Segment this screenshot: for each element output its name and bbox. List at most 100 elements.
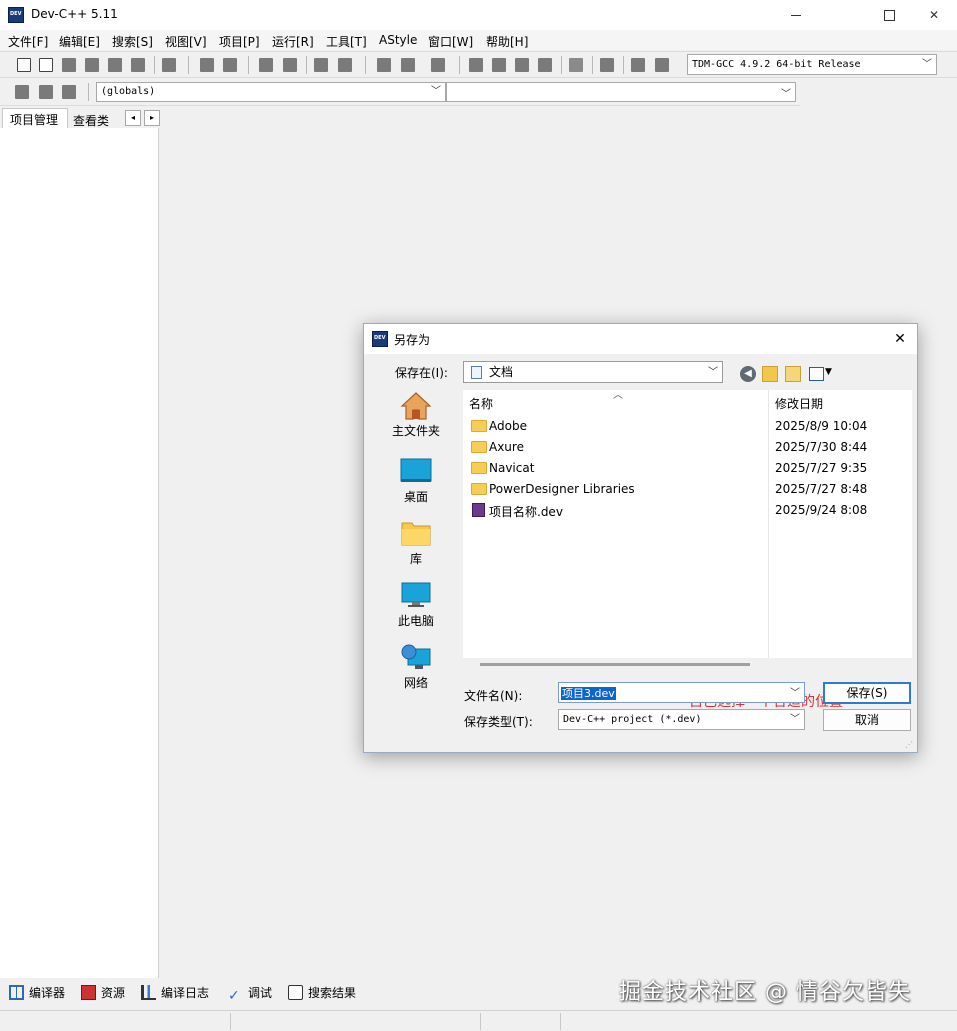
filename-value: 项目3.dev [561, 687, 616, 700]
open-file-icon[interactable] [39, 58, 53, 72]
folder-icon [471, 462, 487, 474]
menu-help[interactable]: 帮助[H] [486, 33, 528, 50]
scope-select[interactable]: (globals) ﹀ [96, 82, 446, 102]
close-file-icon[interactable] [108, 58, 122, 72]
menu-run[interactable]: 运行[R] [272, 33, 314, 50]
horizontal-scrollbar[interactable] [480, 663, 750, 666]
add-to-project-icon[interactable] [39, 85, 53, 99]
chevron-down-icon: ﹀ [922, 59, 932, 70]
chevron-down-icon[interactable]: ﹀ [790, 684, 800, 699]
file-row[interactable]: Axure 2025/7/30 8:44 [469, 438, 899, 458]
place-desktop[interactable]: 桌面 [381, 457, 451, 505]
menu-file[interactable]: 文件[F] [8, 33, 48, 50]
minimize-icon[interactable] [773, 0, 819, 30]
scope-select-value: (globals) [101, 86, 156, 97]
menu-view[interactable]: 视图[V] [165, 33, 207, 50]
unindent-icon[interactable] [401, 58, 415, 72]
tab-compile-log-label: 编译日志 [161, 986, 210, 1000]
cancel-button[interactable]: 取消 [823, 709, 911, 731]
devcpp-app-icon [372, 331, 388, 347]
home-icon [400, 391, 432, 420]
member-select[interactable]: ﹀ [446, 82, 796, 102]
maximize-icon[interactable] [866, 0, 912, 30]
library-folder-icon [400, 519, 432, 547]
file-row[interactable]: PowerDesigner Libraries 2025/7/27 8:48 [469, 480, 899, 500]
up-folder-icon[interactable] [762, 366, 778, 382]
debug-icon[interactable] [631, 58, 645, 72]
computer-icon [400, 581, 432, 609]
tab-search-results[interactable]: 搜索结果 [288, 984, 356, 1002]
menu-project[interactable]: 项目[P] [219, 33, 260, 50]
file-row[interactable]: Adobe 2025/8/9 10:04 [469, 417, 899, 437]
new-folder-icon[interactable] [785, 366, 801, 382]
save-icon[interactable] [62, 58, 76, 72]
place-home[interactable]: 主文件夹 [381, 391, 451, 439]
dialog-titlebar: 另存为 ✕ [364, 324, 917, 354]
place-this-pc-label: 此电脑 [397, 614, 434, 628]
redo-icon[interactable] [223, 58, 237, 72]
undo-icon[interactable] [200, 58, 214, 72]
close-icon[interactable]: ✕ [889, 328, 911, 350]
menu-bar: 文件[F] 编辑[E] 搜索[S] 视图[V] 项目[P] 运行[R] 工具[T… [0, 30, 957, 50]
file-row[interactable]: 项目名称.dev 2025/9/24 8:08 [469, 501, 899, 521]
find-next-icon[interactable] [314, 58, 328, 72]
project-tree-panel[interactable] [0, 128, 159, 978]
tab-project-manager[interactable]: 项目管理 [2, 108, 68, 129]
stop-execution-icon[interactable] [600, 58, 614, 72]
view-menu-icon[interactable] [809, 367, 824, 381]
filename-input[interactable]: 项目3.dev ﹀ [558, 682, 805, 703]
resize-grip-icon[interactable]: ⋰ [905, 740, 915, 750]
file-list[interactable]: ︿ 名称 修改日期 Adobe 2025/8/9 10:04 Axure 202… [463, 390, 912, 710]
tab-class-browser[interactable]: 查看类 [69, 110, 121, 129]
save-all-icon[interactable] [85, 58, 99, 72]
profile-icon[interactable] [655, 58, 669, 72]
tab-scroll-right-icon[interactable]: ▸ [144, 110, 160, 126]
menu-edit[interactable]: 编辑[E] [59, 33, 100, 50]
caret-down-icon[interactable]: ▼ [825, 367, 832, 377]
toolbar-separator [154, 56, 155, 74]
menu-astyle[interactable]: AStyle [379, 33, 417, 47]
run-icon[interactable] [492, 58, 506, 72]
rebuild-icon[interactable] [538, 58, 552, 72]
remove-from-project-icon[interactable] [62, 85, 76, 99]
syntax-check-icon[interactable] [569, 58, 583, 72]
folder-icon [471, 420, 487, 432]
save-in-label: 保存在(I): [395, 366, 448, 380]
close-all-icon[interactable] [131, 58, 145, 72]
find-icon[interactable] [259, 58, 273, 72]
grid-icon [9, 985, 24, 1000]
save-in-select[interactable]: 文档 ﹀ [463, 361, 723, 383]
place-network[interactable]: 网络 [381, 643, 451, 691]
place-this-pc[interactable]: 此电脑 [381, 581, 451, 629]
status-separator [480, 1013, 481, 1030]
compiler-select[interactable]: TDM-GCC 4.9.2 64-bit Release ﹀ [687, 54, 937, 75]
replace-icon[interactable] [283, 58, 297, 72]
menu-window[interactable]: 窗口[W] [428, 33, 473, 50]
menu-tools[interactable]: 工具[T] [326, 33, 367, 50]
new-project-icon[interactable] [15, 85, 29, 99]
file-row[interactable]: Navicat 2025/7/27 9:35 [469, 459, 899, 479]
print-icon[interactable] [162, 58, 176, 72]
tab-debug[interactable]: ✓ 调试 [228, 984, 272, 1004]
compile-run-icon[interactable] [515, 58, 529, 72]
goto-line-icon[interactable] [338, 58, 352, 72]
compile-icon[interactable] [469, 58, 483, 72]
file-name: Adobe [489, 419, 527, 433]
save-button[interactable]: 保存(S) [823, 682, 911, 704]
new-file-icon[interactable] [17, 58, 31, 72]
toolbar-separator [88, 83, 89, 101]
column-header-date[interactable]: 修改日期 [775, 395, 823, 412]
tab-compile-log[interactable]: 编译日志 [141, 984, 209, 1002]
toggle-comment-icon[interactable] [431, 58, 445, 72]
menu-search[interactable]: 搜索[S] [112, 33, 153, 50]
column-header-name[interactable]: 名称 [469, 395, 493, 412]
tab-compiler[interactable]: 编译器 [9, 984, 65, 1002]
close-icon[interactable] [911, 0, 957, 30]
indent-icon[interactable] [377, 58, 391, 72]
place-libraries[interactable]: 库 [381, 519, 451, 567]
tab-resources[interactable]: 资源 [81, 984, 125, 1002]
filetype-select[interactable]: Dev-C++ project (*.dev) ﹀ [558, 709, 805, 730]
toolbar-separator [561, 56, 562, 74]
back-arrow-icon[interactable]: ◀ [740, 366, 756, 382]
tab-scroll-left-icon[interactable]: ◂ [125, 110, 141, 126]
